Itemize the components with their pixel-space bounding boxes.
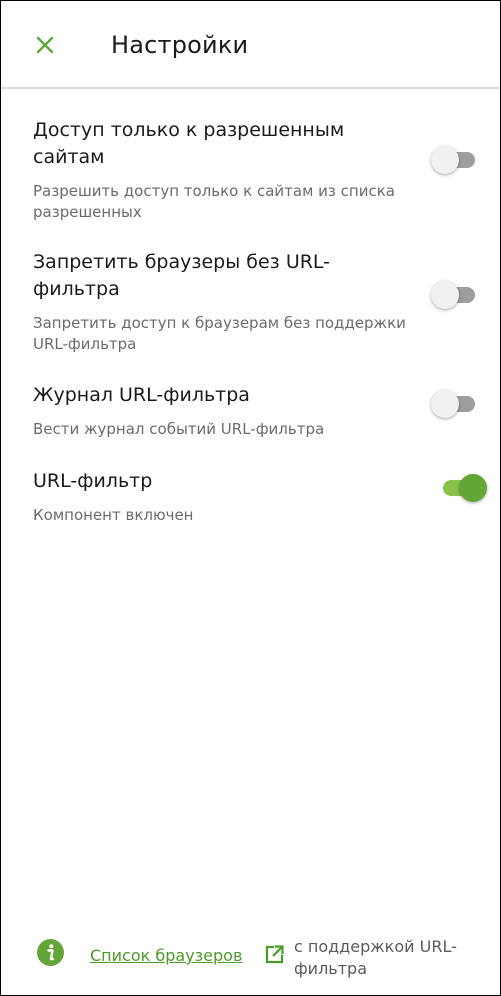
- info-icon: [37, 939, 64, 966]
- setting-description: Разрешить доступ только к сайтам из спис…: [33, 182, 395, 221]
- setting-url-filter: URL-фильтр Компонент включен: [33, 468, 473, 526]
- setting-title: Запретить браузеры без URL-фильтра: [33, 251, 331, 300]
- footer-note: с поддержкой URL-фильтра: [294, 937, 457, 978]
- setting-title: URL-фильтр: [33, 470, 153, 492]
- close-icon: [36, 36, 54, 54]
- setting-allowed-sites-only: Доступ только к разрешенным сайтам Разре…: [33, 117, 473, 223]
- close-button[interactable]: [31, 31, 59, 59]
- browsers-list-link[interactable]: Список браузеров: [90, 946, 242, 965]
- setting-description: Компонент включен: [33, 506, 194, 524]
- setting-description: Запретить доступ к браузерам без поддерж…: [33, 314, 406, 353]
- external-link-icon[interactable]: [264, 944, 285, 965]
- toggle-thumb: [431, 390, 459, 418]
- page-title: Настройки: [111, 31, 249, 59]
- toggle-thumb: [431, 281, 459, 309]
- toggle-block-browsers-without-filter[interactable]: [431, 281, 477, 309]
- toggle-allowed-sites-only[interactable]: [431, 146, 477, 174]
- setting-block-browsers-without-filter: Запретить браузеры без URL-фильтра Запре…: [33, 249, 473, 355]
- toggle-thumb: [459, 474, 487, 502]
- toggle-thumb: [431, 146, 459, 174]
- app-window: Настройки Доступ только к разрешенным са…: [0, 0, 501, 996]
- setting-title: Журнал URL-фильтра: [33, 384, 250, 406]
- setting-title: Доступ только к разрешенным сайтам: [33, 119, 345, 168]
- setting-description: Вести журнал событий URL-фильтра: [33, 420, 325, 438]
- toggle-url-filter-log[interactable]: [431, 390, 477, 418]
- app-bar: Настройки: [1, 1, 500, 89]
- toggle-url-filter[interactable]: [439, 474, 487, 502]
- footer-info: Список браузеров с поддержкой URL-фильтр…: [37, 936, 477, 986]
- setting-url-filter-log: Журнал URL-фильтра Вести журнал событий …: [33, 382, 473, 440]
